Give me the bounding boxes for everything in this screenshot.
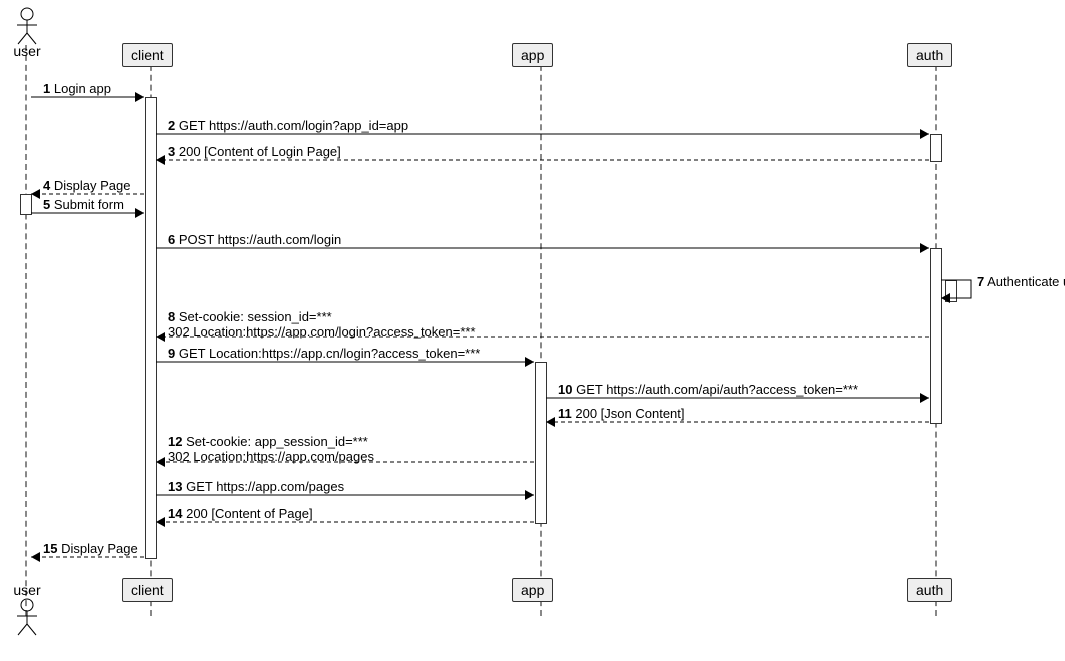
activation-3 bbox=[930, 248, 942, 424]
message-num: 15 bbox=[43, 541, 57, 556]
message-num: 12 bbox=[168, 434, 182, 449]
message-text: GET https://auth.com/login?app_id=app bbox=[179, 118, 408, 133]
lifeline-user bbox=[25, 45, 27, 616]
message-num: 11 bbox=[558, 406, 572, 421]
participant-client-footer: client bbox=[122, 578, 173, 602]
lifeline-app bbox=[540, 45, 542, 616]
message-12: 12 Set-cookie: app_session_id=*** 302 Lo… bbox=[168, 434, 374, 464]
participant-auth-header: auth bbox=[907, 43, 952, 67]
participant-app-footer: app bbox=[512, 578, 553, 602]
message-num: 10 bbox=[558, 382, 572, 397]
message-text: Login app bbox=[54, 81, 111, 96]
message-num: 5 bbox=[43, 197, 50, 212]
message-text: Display Page bbox=[54, 178, 131, 193]
activation-1 bbox=[20, 194, 32, 215]
message-num: 14 bbox=[168, 506, 182, 521]
message-8: 8 Set-cookie: session_id=*** 302 Locatio… bbox=[168, 309, 476, 339]
message-5: 5 Submit form bbox=[43, 197, 124, 212]
message-7: 7 Authenticate user bbox=[977, 274, 1065, 289]
message-num: 13 bbox=[168, 479, 182, 494]
message-num: 9 bbox=[168, 346, 175, 361]
activation-5 bbox=[945, 280, 957, 302]
message-text: Display Page bbox=[61, 541, 138, 556]
actor-user-header: user bbox=[12, 7, 42, 59]
message-num: 2 bbox=[168, 118, 175, 133]
message-2: 2 GET https://auth.com/login?app_id=app bbox=[168, 118, 408, 133]
message-text: GET https://app.com/pages bbox=[186, 479, 344, 494]
message-text: POST https://auth.com/login bbox=[179, 232, 341, 247]
message-text: Authenticate user bbox=[987, 274, 1065, 289]
activation-0 bbox=[145, 97, 157, 559]
message-text: Submit form bbox=[54, 197, 124, 212]
message-15: 15 Display Page bbox=[43, 541, 138, 556]
activation-4 bbox=[535, 362, 547, 524]
message-num: 7 bbox=[977, 274, 984, 289]
message-1: 1 Login app bbox=[43, 81, 111, 96]
message-num: 1 bbox=[43, 81, 50, 96]
message-4: 4 Display Page bbox=[43, 178, 130, 193]
message-text: 200 [Json Content] bbox=[575, 406, 684, 421]
message-13: 13 GET https://app.com/pages bbox=[168, 479, 344, 494]
participant-app-header: app bbox=[512, 43, 553, 67]
message-11: 11 200 [Json Content] bbox=[558, 406, 685, 421]
actor-user-label: user bbox=[12, 43, 42, 59]
message-text: 200 [Content of Page] bbox=[186, 506, 312, 521]
message-num: 6 bbox=[168, 232, 175, 247]
message-14: 14 200 [Content of Page] bbox=[168, 506, 313, 521]
participant-auth-footer: auth bbox=[907, 578, 952, 602]
message-text: Set-cookie: app_session_id=*** 302 Locat… bbox=[168, 434, 374, 464]
actor-user-label: user bbox=[12, 582, 42, 598]
message-text: Set-cookie: session_id=*** 302 Location:… bbox=[168, 309, 476, 339]
message-10: 10 GET https://auth.com/api/auth?access_… bbox=[558, 382, 858, 397]
message-text: GET Location:https://app.cn/login?access… bbox=[179, 346, 480, 361]
message-9: 9 GET Location:https://app.cn/login?acce… bbox=[168, 346, 480, 361]
activation-2 bbox=[930, 134, 942, 162]
actor-user-footer: user bbox=[12, 584, 42, 636]
message-text: GET https://auth.com/api/auth?access_tok… bbox=[576, 382, 858, 397]
message-num: 8 bbox=[168, 309, 175, 324]
message-text: 200 [Content of Login Page] bbox=[179, 144, 341, 159]
sequence-diagram: user client app auth user client app auth 1 Log… bbox=[0, 0, 1065, 661]
message-6: 6 POST https://auth.com/login bbox=[168, 232, 341, 247]
message-num: 4 bbox=[43, 178, 50, 193]
participant-client-header: client bbox=[122, 43, 173, 67]
message-num: 3 bbox=[168, 144, 175, 159]
message-3: 3 200 [Content of Login Page] bbox=[168, 144, 341, 159]
